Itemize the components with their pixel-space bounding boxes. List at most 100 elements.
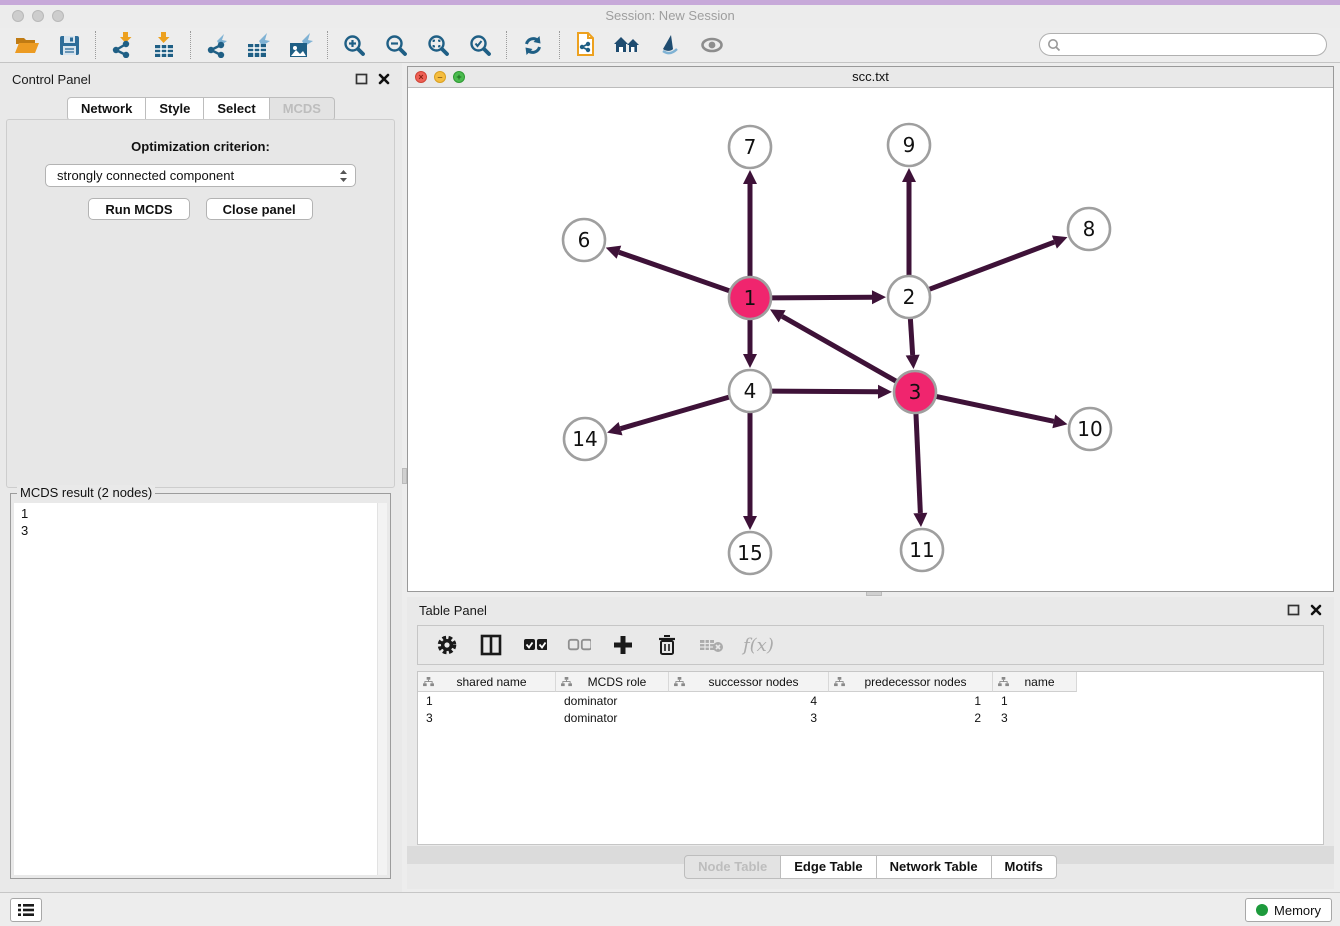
column-sort-icon	[561, 677, 572, 687]
node-table[interactable]: shared nameMCDS rolesuccessor nodesprede…	[417, 671, 1324, 845]
mcds-result-area[interactable]: 1 3	[14, 503, 387, 875]
graph-node-15[interactable]: 15	[729, 532, 771, 574]
graph-node-6[interactable]: 6	[563, 219, 605, 261]
select-all-columns-button[interactable]	[523, 633, 547, 657]
table-row[interactable]: 3dominator323	[418, 709, 1323, 726]
network-maximize-button[interactable]: +	[453, 71, 465, 83]
network-window-titlebar[interactable]: × – + scc.txt	[408, 67, 1333, 88]
table-cell: 1	[993, 694, 1077, 708]
edge-1-2[interactable]	[771, 297, 872, 298]
table-panel-title: Table Panel	[419, 603, 1287, 618]
search-field[interactable]	[1039, 33, 1327, 56]
column-sort-icon	[998, 677, 1009, 687]
node-label: 6	[578, 228, 591, 252]
network-canvas[interactable]: 7 9 6 8 1 2 4 3 14 10 15 11	[408, 89, 1333, 591]
graph-node-9[interactable]: 9	[888, 124, 930, 166]
show-hide-graphics-button[interactable]	[691, 30, 733, 60]
create-column-button[interactable]	[611, 633, 635, 657]
open-session-button[interactable]	[6, 30, 48, 60]
import-network-button[interactable]	[101, 30, 143, 60]
tab-select[interactable]: Select	[204, 97, 269, 121]
edge-3-10[interactable]	[936, 396, 1054, 421]
close-panel-icon[interactable]	[378, 73, 390, 85]
graph-node-4[interactable]: 4	[729, 370, 771, 412]
tab-mcds[interactable]: MCDS	[270, 97, 335, 121]
column-header-name[interactable]: name	[993, 672, 1077, 692]
zoom-selected-button[interactable]	[459, 30, 501, 60]
criterion-dropdown[interactable]: strongly connected component	[45, 164, 356, 187]
graph-node-1[interactable]: 1	[729, 277, 771, 319]
graph-node-10[interactable]: 10	[1069, 408, 1111, 450]
function-builder-button[interactable]: f(x)	[743, 635, 774, 656]
import-table-button[interactable]	[143, 30, 185, 60]
dropdown-stepper-icon	[338, 168, 349, 184]
export-network-button[interactable]	[196, 30, 238, 60]
tab-motifs[interactable]: Motifs	[992, 855, 1057, 879]
zoom-in-button[interactable]	[333, 30, 375, 60]
table-cell: 3	[669, 711, 829, 725]
delete-table-button[interactable]	[699, 633, 723, 657]
edge-2-3[interactable]	[910, 318, 912, 355]
node-label: 9	[903, 133, 916, 157]
export-image-button[interactable]	[280, 30, 322, 60]
edge-arrowhead	[606, 246, 622, 259]
float-panel-icon[interactable]	[1287, 604, 1300, 616]
graph-node-7[interactable]: 7	[729, 126, 771, 168]
task-history-button[interactable]	[10, 898, 42, 922]
home-button[interactable]	[607, 30, 649, 60]
edge-2-8[interactable]	[929, 242, 1055, 290]
edge-arrowhead	[743, 516, 757, 530]
float-panel-icon[interactable]	[355, 73, 368, 85]
close-panel-icon[interactable]	[1310, 604, 1322, 616]
column-header-MCDS-role[interactable]: MCDS role	[556, 672, 669, 692]
edge-1-6[interactable]	[619, 252, 730, 291]
toolbar-separator	[190, 31, 191, 59]
column-header-successor-nodes[interactable]: successor nodes	[669, 672, 829, 692]
edge-3-1[interactable]	[782, 316, 897, 381]
show-hide-style-button[interactable]	[649, 30, 691, 60]
window-title: Session: New Session	[0, 8, 1340, 23]
graph-node-14[interactable]: 14	[564, 418, 606, 460]
table-cell: 2	[829, 711, 993, 725]
tab-network-table[interactable]: Network Table	[877, 855, 992, 879]
table-cell: 3	[418, 711, 556, 725]
close-panel-button[interactable]: Close panel	[206, 198, 313, 220]
tab-style[interactable]: Style	[146, 97, 204, 121]
graph-node-3[interactable]: 3	[894, 371, 936, 413]
table-cell: 3	[993, 711, 1077, 725]
clone-network-button[interactable]	[565, 30, 607, 60]
export-table-button[interactable]	[238, 30, 280, 60]
graph-node-2[interactable]: 2	[888, 276, 930, 318]
tab-network[interactable]: Network	[67, 97, 146, 121]
edge-3-11[interactable]	[916, 413, 920, 513]
edge-4-14[interactable]	[621, 397, 730, 429]
edge-4-3[interactable]	[771, 391, 878, 392]
save-session-button[interactable]	[48, 30, 90, 60]
column-header-shared-name[interactable]: shared name	[418, 672, 556, 692]
edge-arrowhead	[607, 422, 622, 435]
gear-icon	[436, 634, 458, 656]
zoom-fit-button[interactable]	[417, 30, 459, 60]
graph-node-8[interactable]: 8	[1068, 208, 1110, 250]
table-body: 1dominator4113dominator323	[418, 692, 1323, 726]
table-row[interactable]: 1dominator411	[418, 692, 1323, 709]
refresh-layout-button[interactable]	[512, 30, 554, 60]
network-close-button[interactable]: ×	[415, 71, 427, 83]
table-options-button[interactable]	[435, 633, 459, 657]
zoom-out-button[interactable]	[375, 30, 417, 60]
search-input[interactable]	[1061, 36, 1326, 54]
tab-node-table[interactable]: Node Table	[684, 855, 781, 879]
graph-node-11[interactable]: 11	[901, 529, 943, 571]
delete-column-button[interactable]	[655, 633, 679, 657]
column-header-label: shared name	[438, 675, 555, 689]
mcds-result-scrollbar[interactable]	[377, 503, 387, 875]
main-toolbar	[0, 28, 1340, 63]
tab-edge-table[interactable]: Edge Table	[781, 855, 876, 879]
run-mcds-button[interactable]: Run MCDS	[88, 198, 189, 220]
network-minimize-button[interactable]: –	[434, 71, 446, 83]
memory-button[interactable]: Memory	[1245, 898, 1332, 922]
control-panel-tabs: NetworkStyleSelectMCDS	[0, 97, 402, 121]
show-columns-button[interactable]	[479, 633, 503, 657]
column-header-predecessor-nodes[interactable]: predecessor nodes	[829, 672, 993, 692]
deselect-all-columns-button[interactable]	[567, 633, 591, 657]
